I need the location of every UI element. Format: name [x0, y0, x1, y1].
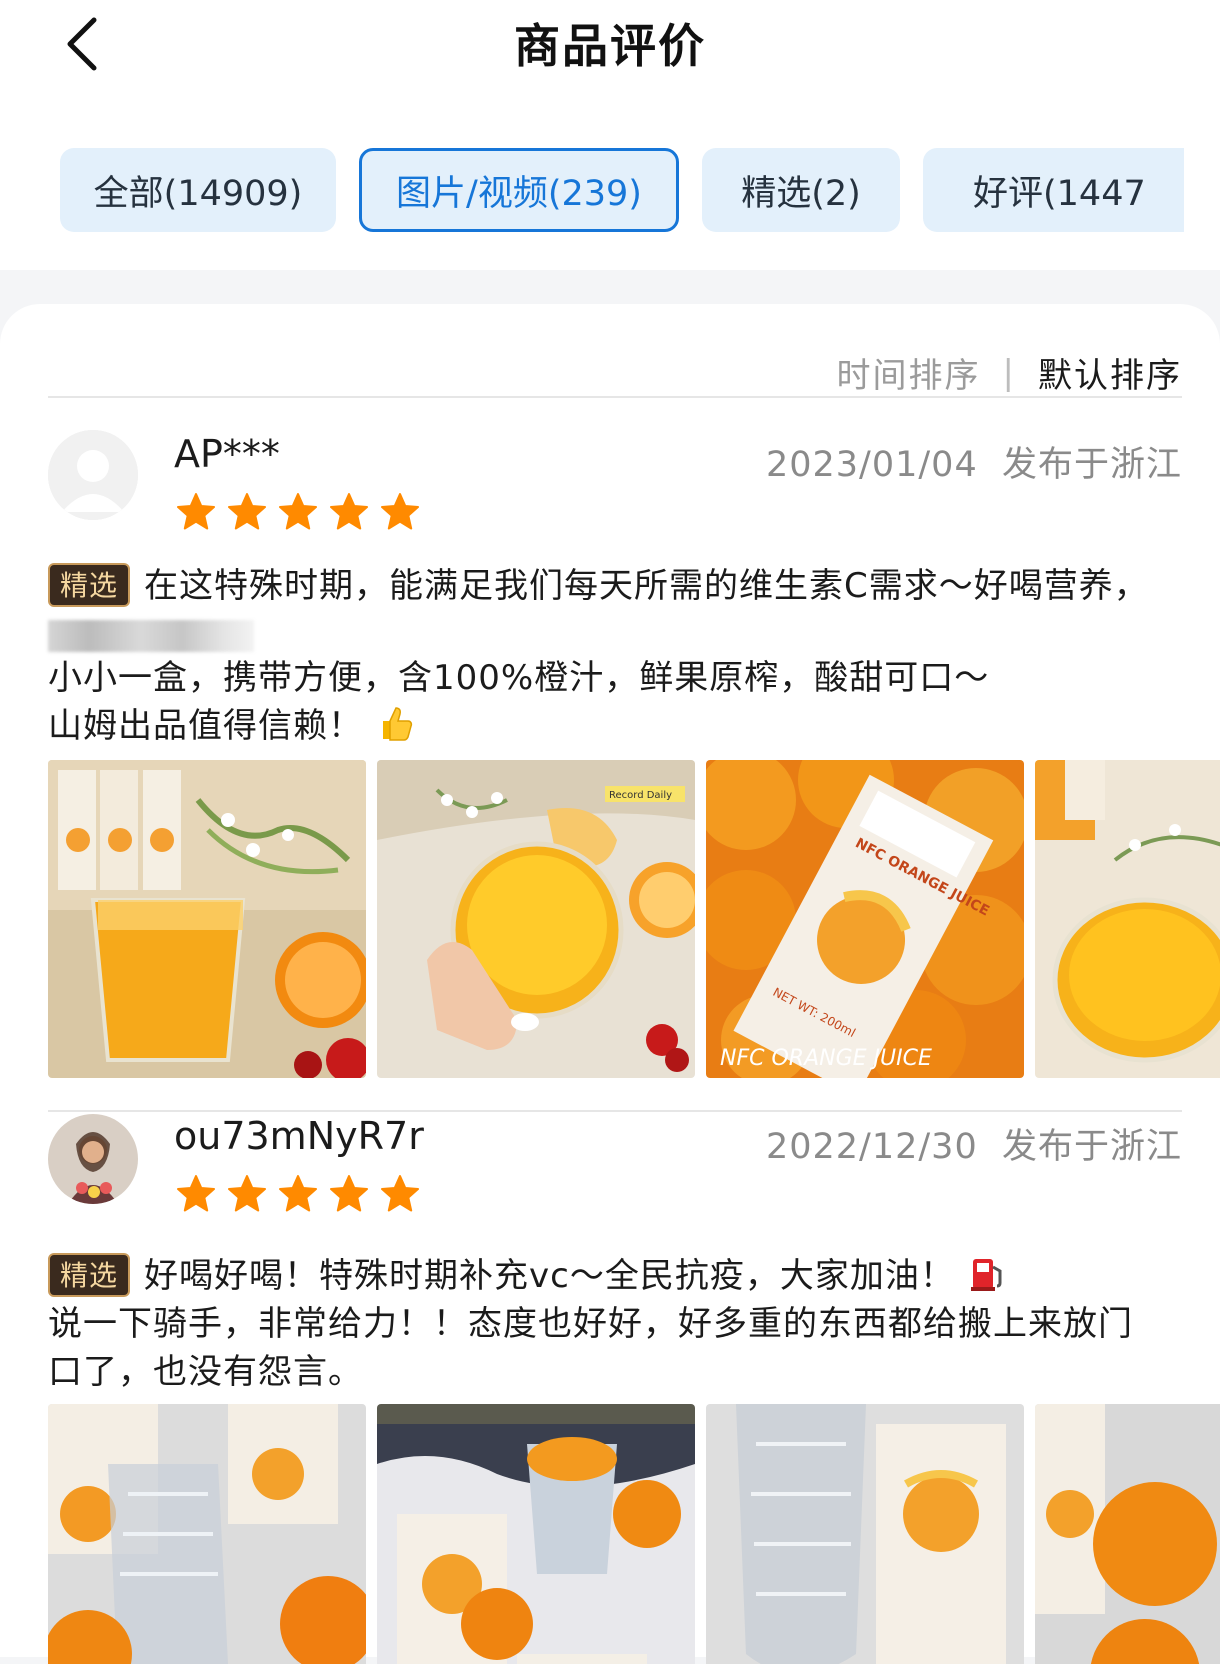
review-text: 在这特殊时期，能满足我们每天所需的维生素C需求～好喝营养，	[144, 566, 1149, 606]
review-photo[interactable]	[377, 1404, 695, 1664]
review-text-line: 小小一盒，携带方便，含100%橙汁，鲜果原榨，酸甜可口～	[48, 658, 990, 698]
review-text-line: 口了，也没有怨言。	[48, 1352, 363, 1392]
review-text: 山姆出品值得信赖！	[48, 706, 363, 746]
review-date: 2023/01/04	[765, 445, 978, 485]
star-icon	[381, 493, 419, 530]
review-text-line: 精选 在这特殊时期，能满足我们每天所需的维生素C需求～好喝营养，	[48, 562, 1188, 610]
star-icon	[330, 493, 368, 530]
username: AP***	[174, 432, 280, 476]
photo-caption: NFC ORANGE JUICE	[720, 1046, 932, 1071]
username: ou73mNyR7r	[174, 1114, 424, 1158]
review-location: 发布于浙江	[1001, 1127, 1182, 1167]
filter-tabs: 全部(14909) 图片/视频(239) 精选(2) 好评(1447	[60, 148, 1184, 232]
review-photo[interactable]	[48, 760, 366, 1078]
photo-caption: Record Daily	[609, 790, 672, 801]
sort-default[interactable]: 默认排序	[1038, 348, 1182, 397]
star-icon	[228, 1175, 266, 1212]
tab-all[interactable]: 全部(14909)	[60, 148, 336, 232]
default-avatar-icon	[48, 430, 138, 520]
review-photo[interactable]: Record Daily	[377, 760, 695, 1078]
star-icon	[330, 1175, 368, 1212]
review-text-line: 精选 好喝好喝！特殊时期补充vc～全民抗疫，大家加油！	[48, 1252, 1188, 1300]
star-rating	[176, 492, 420, 532]
sort-bar: 时间排序 | 默认排序	[837, 348, 1182, 397]
review-photo[interactable]	[706, 1404, 1024, 1664]
star-icon	[381, 1175, 419, 1212]
page-title: 商品评价	[514, 19, 706, 73]
star-icon	[177, 493, 215, 530]
divider	[48, 396, 1182, 398]
fuel-pump-icon	[970, 1259, 1002, 1291]
review-photo[interactable]	[1035, 760, 1220, 1078]
top-bar: 商品评价 全部(14909) 图片/视频(239) 精选(2) 好评(1447	[0, 0, 1220, 270]
review-photo[interactable]	[48, 1404, 366, 1664]
review-photo[interactable]	[1035, 1404, 1220, 1664]
user-avatar-icon	[48, 1114, 138, 1204]
review-item: AP*** 2023/01/04 发布于浙江 精选 在这特殊时期，能满足我们每天所…	[0, 414, 1220, 1112]
review-photos: Record Daily NFC ORANGE JUICE NET WT: 20…	[48, 760, 1220, 1078]
tab-positive[interactable]: 好评(1447	[923, 148, 1184, 232]
blurred-text	[48, 620, 254, 652]
review-photos	[48, 1404, 1220, 1664]
reviews-panel: 时间排序 | 默认排序 AP*** 2023/01/04 发布于浙江 精选 在这特…	[0, 304, 1220, 1664]
thumbs-up-icon	[382, 707, 412, 741]
featured-badge: 精选	[48, 1253, 131, 1297]
review-location: 发布于浙江	[1001, 445, 1182, 485]
review-date-location: 2022/12/30 发布于浙江	[766, 1118, 1182, 1169]
avatar[interactable]	[48, 430, 138, 520]
featured-badge: 精选	[48, 563, 131, 607]
sort-separator: |	[1002, 352, 1016, 393]
review-text-line: 说一下骑手，非常给力！！态度也好好，好多重的东西都给搬上来放门	[48, 1304, 1133, 1344]
review-photo[interactable]: NFC ORANGE JUICE NET WT: 200ml NFC ORANG…	[706, 760, 1024, 1078]
review-text-line: 山姆出品值得信赖！	[48, 702, 1188, 750]
sort-by-time[interactable]: 时间排序	[837, 348, 981, 397]
star-icon	[177, 1175, 215, 1212]
star-rating	[176, 1174, 420, 1214]
star-icon	[279, 493, 317, 530]
star-icon	[228, 493, 266, 530]
star-icon	[279, 1175, 317, 1212]
review-item: ou73mNyR7r 2022/12/30 发布于浙江 精选 好喝好喝！特殊时期补…	[0, 1104, 1220, 1664]
avatar[interactable]	[48, 1114, 138, 1204]
review-text: 好喝好喝！特殊时期补充vc～全民抗疫，大家加油！	[144, 1256, 955, 1296]
review-date: 2022/12/30	[765, 1127, 978, 1167]
tab-photos-videos[interactable]: 图片/视频(239)	[359, 148, 679, 232]
review-date-location: 2023/01/04 发布于浙江	[766, 436, 1182, 487]
tab-featured[interactable]: 精选(2)	[702, 148, 900, 232]
